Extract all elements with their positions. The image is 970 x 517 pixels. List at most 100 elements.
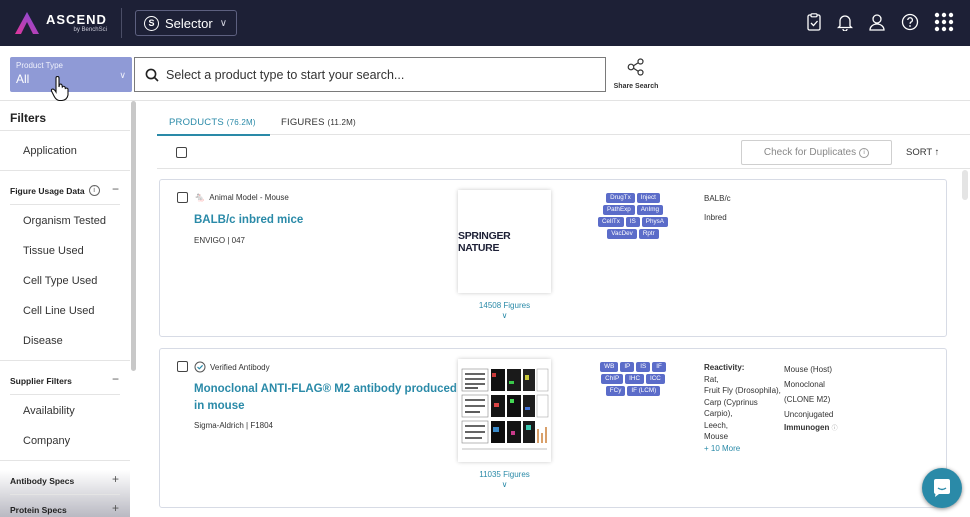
- filter-cell-type-used[interactable]: Cell Type Used: [23, 275, 97, 287]
- product-title-line: Monoclonal ANTI-FLAG® M2 antibody produc…: [194, 383, 457, 395]
- badge[interactable]: IF (LCM): [627, 386, 661, 396]
- badge[interactable]: ICC: [646, 374, 665, 384]
- product-title-link[interactable]: BALB/c inbred mice: [194, 212, 303, 229]
- product-type-label: Product Type: [16, 61, 63, 70]
- reactivity-item: Fruit Fly (Drosophila),: [704, 386, 781, 395]
- nav-divider: [121, 8, 122, 38]
- select-all-checkbox[interactable]: [176, 147, 187, 158]
- chevron-down-icon: ∨: [219, 17, 228, 29]
- reactivity-item: Rat,: [704, 374, 719, 384]
- expand-protein-specs-icon[interactable]: +: [112, 501, 119, 515]
- divider: [0, 170, 130, 171]
- chat-button[interactable]: [922, 468, 962, 508]
- info-icon[interactable]: i: [88, 185, 100, 196]
- product-supplier: ENVIGO | 047: [194, 236, 245, 245]
- figure-usage-group[interactable]: Figure Usage Data i: [10, 185, 100, 196]
- reactivity-label: Reactivity:: [704, 363, 745, 372]
- product-checkbox[interactable]: [177, 361, 188, 372]
- reactivity-item: Carp (Cyprinus: [704, 397, 758, 407]
- chevron-down-icon: ∨: [501, 480, 508, 489]
- clonality-value: Monoclonal: [784, 380, 825, 389]
- supplier-filters-group[interactable]: Supplier Filters: [10, 376, 72, 386]
- share-icon: [627, 58, 644, 76]
- badge[interactable]: IS: [625, 217, 640, 227]
- strain-value: BALB/c: [704, 194, 731, 203]
- ascend-logo-icon: [15, 12, 39, 34]
- filters-heading: Filters: [10, 111, 47, 125]
- selector-label: Selector: [165, 15, 213, 31]
- check-duplicates-button[interactable]: Check for Duplicates i: [741, 140, 892, 165]
- filter-application[interactable]: Application: [23, 145, 77, 157]
- reactivity-item: Leech,: [704, 420, 729, 430]
- mouse-icon: 🐁: [194, 192, 206, 202]
- badge[interactable]: PathExp: [602, 205, 635, 215]
- chevron-down-icon: ∨: [119, 70, 126, 80]
- figures-count-link[interactable]: 14508 Figures ∨: [458, 301, 551, 320]
- badge[interactable]: CellTx: [598, 217, 624, 227]
- ascend-logo[interactable]: ASCEND by BenchSci: [14, 9, 114, 37]
- search-icon: [145, 68, 159, 82]
- filter-cell-line-used[interactable]: Cell Line Used: [23, 305, 95, 317]
- sort-button[interactable]: SORT ↑: [906, 147, 939, 158]
- apps-grid-icon[interactable]: [934, 12, 954, 32]
- tab-products[interactable]: PRODUCTS (76.2M): [169, 117, 256, 128]
- bell-icon[interactable]: [837, 13, 853, 31]
- figures-count: 11035 Figures: [479, 470, 530, 479]
- expand-antibody-specs-icon[interactable]: +: [112, 472, 119, 486]
- filter-disease[interactable]: Disease: [23, 335, 63, 347]
- user-icon[interactable]: [868, 13, 886, 31]
- info-icon[interactable]: ⓘ: [832, 426, 838, 432]
- badge[interactable]: DrugTx: [606, 193, 635, 203]
- top-nav: ASCEND by BenchSci S Selector ∨: [0, 0, 970, 46]
- collapse-figure-usage-icon[interactable]: −: [112, 182, 119, 196]
- chat-icon: [934, 479, 950, 497]
- badge[interactable]: ChIP: [601, 374, 624, 384]
- filter-company[interactable]: Company: [23, 435, 70, 447]
- figures-count-link[interactable]: 11035 Figures ∨: [458, 470, 551, 489]
- filter-availability[interactable]: Availability: [23, 405, 75, 417]
- badge[interactable]: Rptr: [638, 229, 659, 239]
- divider: [10, 394, 120, 395]
- share-search-button[interactable]: Share Search: [613, 58, 659, 90]
- badge[interactable]: IP: [620, 362, 635, 372]
- springer-nature-logo: SPRINGER NATURE: [458, 229, 511, 254]
- badge[interactable]: AnImg: [636, 205, 663, 215]
- search-row: Product Type All ∨ Select a product type…: [0, 46, 970, 102]
- product-figure-thumbnail[interactable]: [458, 359, 551, 462]
- selector-icon: S: [144, 15, 159, 31]
- badge[interactable]: WB: [600, 362, 619, 372]
- search-placeholder: Select a product type to start your sear…: [166, 67, 405, 82]
- badge[interactable]: IF: [652, 362, 666, 372]
- reactivity-item: Mouse: [704, 432, 729, 441]
- product-figure-thumbnail[interactable]: SPRINGER NATURE: [458, 190, 551, 293]
- clone-value: (CLONE M2): [784, 395, 831, 404]
- product-type: 🐁 Animal Model - Mouse: [194, 192, 289, 203]
- filter-tissue-used[interactable]: Tissue Used: [23, 245, 84, 257]
- product-checkbox[interactable]: [177, 192, 188, 203]
- badge[interactable]: PhysA: [641, 217, 668, 227]
- tab-products-count: (76.2M): [226, 118, 256, 127]
- badge[interactable]: IHC: [625, 374, 644, 384]
- badge[interactable]: Inject: [636, 193, 660, 203]
- search-input[interactable]: Select a product type to start your sear…: [134, 57, 606, 92]
- badge[interactable]: FCy: [605, 386, 626, 396]
- product-title-link[interactable]: Monoclonal ANTI-FLAG® M2 antibody produc…: [194, 381, 457, 415]
- collapse-supplier-icon[interactable]: −: [112, 372, 119, 386]
- show-more-reactivity-link[interactable]: + 10 More: [704, 443, 782, 455]
- protein-specs-label: Protein Specs: [10, 505, 67, 515]
- product-card: Verified Antibody Monoclonal ANTI-FLAG® …: [159, 348, 947, 508]
- tab-figures[interactable]: FIGURES (11.2M): [281, 117, 356, 128]
- divider: [0, 130, 130, 131]
- badge[interactable]: IS: [636, 362, 651, 372]
- product-type-text: Verified Antibody: [210, 362, 270, 372]
- antibody-specs-group[interactable]: Antibody Specs: [10, 476, 74, 486]
- sidebar-scroll-thumb[interactable]: [131, 101, 136, 371]
- selector-dropdown[interactable]: S Selector ∨: [135, 10, 237, 36]
- protein-specs-group[interactable]: Protein Specs: [10, 505, 67, 515]
- badge[interactable]: VacDev: [607, 229, 637, 239]
- filter-organism-tested[interactable]: Organism Tested: [23, 215, 106, 227]
- tab-products-label: PRODUCTS: [169, 117, 224, 128]
- help-icon[interactable]: [901, 13, 919, 31]
- results-scrollbar[interactable]: [962, 170, 968, 200]
- clipboard-check-icon[interactable]: [806, 13, 822, 31]
